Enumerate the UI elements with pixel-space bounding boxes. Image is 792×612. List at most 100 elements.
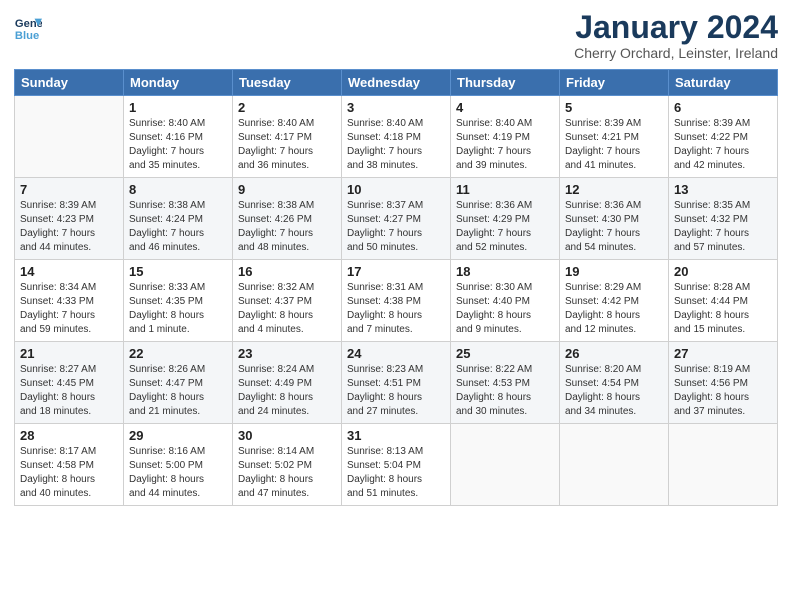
col-sunday: Sunday bbox=[15, 70, 124, 96]
day-info: Sunrise: 8:31 AMSunset: 4:38 PMDaylight:… bbox=[347, 281, 445, 337]
day-number: 11 bbox=[456, 182, 554, 197]
day-number: 8 bbox=[129, 182, 227, 197]
table-row: 10 Sunrise: 8:37 AMSunset: 4:27 PMDayligh… bbox=[342, 178, 451, 260]
day-number: 20 bbox=[674, 264, 772, 279]
day-number: 25 bbox=[456, 346, 554, 361]
day-number: 7 bbox=[20, 182, 118, 197]
day-info: Sunrise: 8:26 AMSunset: 4:47 PMDaylight:… bbox=[129, 363, 227, 419]
day-number: 21 bbox=[20, 346, 118, 361]
day-info: Sunrise: 8:22 AMSunset: 4:53 PMDaylight:… bbox=[456, 363, 554, 419]
day-number: 14 bbox=[20, 264, 118, 279]
day-info: Sunrise: 8:30 AMSunset: 4:40 PMDaylight:… bbox=[456, 281, 554, 337]
table-row: 19 Sunrise: 8:29 AMSunset: 4:42 PMDayligh… bbox=[560, 260, 669, 342]
logo-icon: General Blue bbox=[14, 14, 42, 42]
col-monday: Monday bbox=[124, 70, 233, 96]
day-number: 9 bbox=[238, 182, 336, 197]
table-row: 12Sunrise: 8:36 AMSunset: 4:30 PMDayligh… bbox=[560, 178, 669, 260]
table-row: 5Sunrise: 8:39 AMSunset: 4:21 PMDaylight… bbox=[560, 96, 669, 178]
day-info: Sunrise: 8:19 AMSunset: 4:56 PMDaylight:… bbox=[674, 363, 772, 419]
table-row: 17 Sunrise: 8:31 AMSunset: 4:38 PMDayligh… bbox=[342, 260, 451, 342]
day-number: 4 bbox=[456, 100, 554, 115]
header: General Blue January 2024 Cherry Orchard… bbox=[14, 10, 778, 61]
day-info: Sunrise: 8:20 AMSunset: 4:54 PMDaylight:… bbox=[565, 363, 663, 419]
day-number: 30 bbox=[238, 428, 336, 443]
day-info: Sunrise: 8:17 AMSunset: 4:58 PMDaylight:… bbox=[20, 445, 118, 501]
day-info: Sunrise: 8:13 AMSunset: 5:04 PMDaylight:… bbox=[347, 445, 445, 501]
title-area: January 2024 Cherry Orchard, Leinster, I… bbox=[574, 10, 778, 61]
day-number: 10 bbox=[347, 182, 445, 197]
table-row: 21 Sunrise: 8:27 AMSunset: 4:45 PMDayligh… bbox=[15, 342, 124, 424]
day-info: Sunrise: 8:27 AMSunset: 4:45 PMDaylight:… bbox=[20, 363, 118, 419]
day-number: 6 bbox=[674, 100, 772, 115]
table-row: 30 Sunrise: 8:14 AMSunset: 5:02 PMDayligh… bbox=[233, 424, 342, 506]
location: Cherry Orchard, Leinster, Ireland bbox=[574, 45, 778, 61]
day-number: 2 bbox=[238, 100, 336, 115]
day-number: 15 bbox=[129, 264, 227, 279]
day-info: Sunrise: 8:40 AMSunset: 4:16 PMDaylight:… bbox=[129, 117, 227, 173]
day-info: Sunrise: 8:23 AMSunset: 4:51 PMDaylight:… bbox=[347, 363, 445, 419]
table-row: 16Sunrise: 8:32 AMSunset: 4:37 PMDayligh… bbox=[233, 260, 342, 342]
table-row: 31 Sunrise: 8:13 AMSunset: 5:04 PMDayligh… bbox=[342, 424, 451, 506]
calendar-week-row: 1 Sunrise: 8:40 AMSunset: 4:16 PMDaylight… bbox=[15, 96, 778, 178]
table-row: 11 Sunrise: 8:36 AMSunset: 4:29 PMDayligh… bbox=[451, 178, 560, 260]
col-friday: Friday bbox=[560, 70, 669, 96]
table-row: 27 Sunrise: 8:19 AMSunset: 4:56 PMDayligh… bbox=[669, 342, 778, 424]
day-info: Sunrise: 8:28 AMSunset: 4:44 PMDaylight:… bbox=[674, 281, 772, 337]
table-row: 23 Sunrise: 8:24 AMSunset: 4:49 PMDayligh… bbox=[233, 342, 342, 424]
day-number: 27 bbox=[674, 346, 772, 361]
day-info: Sunrise: 8:38 AMSunset: 4:26 PMDaylight:… bbox=[238, 199, 336, 255]
day-number: 17 bbox=[347, 264, 445, 279]
calendar-week-row: 21 Sunrise: 8:27 AMSunset: 4:45 PMDayligh… bbox=[15, 342, 778, 424]
day-info: Sunrise: 8:39 AMSunset: 4:22 PMDaylight:… bbox=[674, 117, 772, 173]
day-info: Sunrise: 8:37 AMSunset: 4:27 PMDaylight:… bbox=[347, 199, 445, 255]
table-row: 8Sunrise: 8:38 AMSunset: 4:24 PMDaylight… bbox=[124, 178, 233, 260]
day-info: Sunrise: 8:14 AMSunset: 5:02 PMDaylight:… bbox=[238, 445, 336, 501]
day-number: 22 bbox=[129, 346, 227, 361]
day-number: 24 bbox=[347, 346, 445, 361]
table-row bbox=[669, 424, 778, 506]
day-number: 31 bbox=[347, 428, 445, 443]
col-wednesday: Wednesday bbox=[342, 70, 451, 96]
day-number: 13 bbox=[674, 182, 772, 197]
day-number: 19 bbox=[565, 264, 663, 279]
logo: General Blue bbox=[14, 14, 44, 42]
month-title: January 2024 bbox=[574, 10, 778, 45]
day-info: Sunrise: 8:36 AMSunset: 4:29 PMDaylight:… bbox=[456, 199, 554, 255]
day-info: Sunrise: 8:32 AMSunset: 4:37 PMDaylight:… bbox=[238, 281, 336, 337]
table-row: 6 Sunrise: 8:39 AMSunset: 4:22 PMDaylight… bbox=[669, 96, 778, 178]
col-tuesday: Tuesday bbox=[233, 70, 342, 96]
day-info: Sunrise: 8:35 AMSunset: 4:32 PMDaylight:… bbox=[674, 199, 772, 255]
table-row bbox=[560, 424, 669, 506]
table-row: 3Sunrise: 8:40 AMSunset: 4:18 PMDaylight… bbox=[342, 96, 451, 178]
day-number: 3 bbox=[347, 100, 445, 115]
table-row: 29Sunrise: 8:16 AMSunset: 5:00 PMDayligh… bbox=[124, 424, 233, 506]
table-row: 14 Sunrise: 8:34 AMSunset: 4:33 PMDayligh… bbox=[15, 260, 124, 342]
day-number: 1 bbox=[129, 100, 227, 115]
table-row: 7Sunrise: 8:39 AMSunset: 4:23 PMDaylight… bbox=[15, 178, 124, 260]
table-row: 13 Sunrise: 8:35 AMSunset: 4:32 PMDayligh… bbox=[669, 178, 778, 260]
table-row bbox=[451, 424, 560, 506]
day-info: Sunrise: 8:33 AMSunset: 4:35 PMDaylight:… bbox=[129, 281, 227, 337]
day-number: 29 bbox=[129, 428, 227, 443]
col-thursday: Thursday bbox=[451, 70, 560, 96]
main-container: General Blue January 2024 Cherry Orchard… bbox=[0, 0, 792, 516]
day-number: 26 bbox=[565, 346, 663, 361]
table-row: 18Sunrise: 8:30 AMSunset: 4:40 PMDayligh… bbox=[451, 260, 560, 342]
table-row: 1 Sunrise: 8:40 AMSunset: 4:16 PMDaylight… bbox=[124, 96, 233, 178]
table-row: 15 Sunrise: 8:33 AMSunset: 4:35 PMDayligh… bbox=[124, 260, 233, 342]
day-number: 12 bbox=[565, 182, 663, 197]
day-info: Sunrise: 8:24 AMSunset: 4:49 PMDaylight:… bbox=[238, 363, 336, 419]
day-info: Sunrise: 8:34 AMSunset: 4:33 PMDaylight:… bbox=[20, 281, 118, 337]
day-number: 28 bbox=[20, 428, 118, 443]
table-row bbox=[15, 96, 124, 178]
table-row: 2Sunrise: 8:40 AMSunset: 4:17 PMDaylight… bbox=[233, 96, 342, 178]
table-row: 4Sunrise: 8:40 AMSunset: 4:19 PMDaylight… bbox=[451, 96, 560, 178]
day-info: Sunrise: 8:39 AMSunset: 4:21 PMDaylight:… bbox=[565, 117, 663, 173]
day-info: Sunrise: 8:29 AMSunset: 4:42 PMDaylight:… bbox=[565, 281, 663, 337]
day-number: 23 bbox=[238, 346, 336, 361]
calendar-table: Sunday Monday Tuesday Wednesday Thursday… bbox=[14, 69, 778, 506]
col-saturday: Saturday bbox=[669, 70, 778, 96]
table-row: 26 Sunrise: 8:20 AMSunset: 4:54 PMDayligh… bbox=[560, 342, 669, 424]
calendar-week-row: 28 Sunrise: 8:17 AMSunset: 4:58 PMDayligh… bbox=[15, 424, 778, 506]
table-row: 28 Sunrise: 8:17 AMSunset: 4:58 PMDayligh… bbox=[15, 424, 124, 506]
